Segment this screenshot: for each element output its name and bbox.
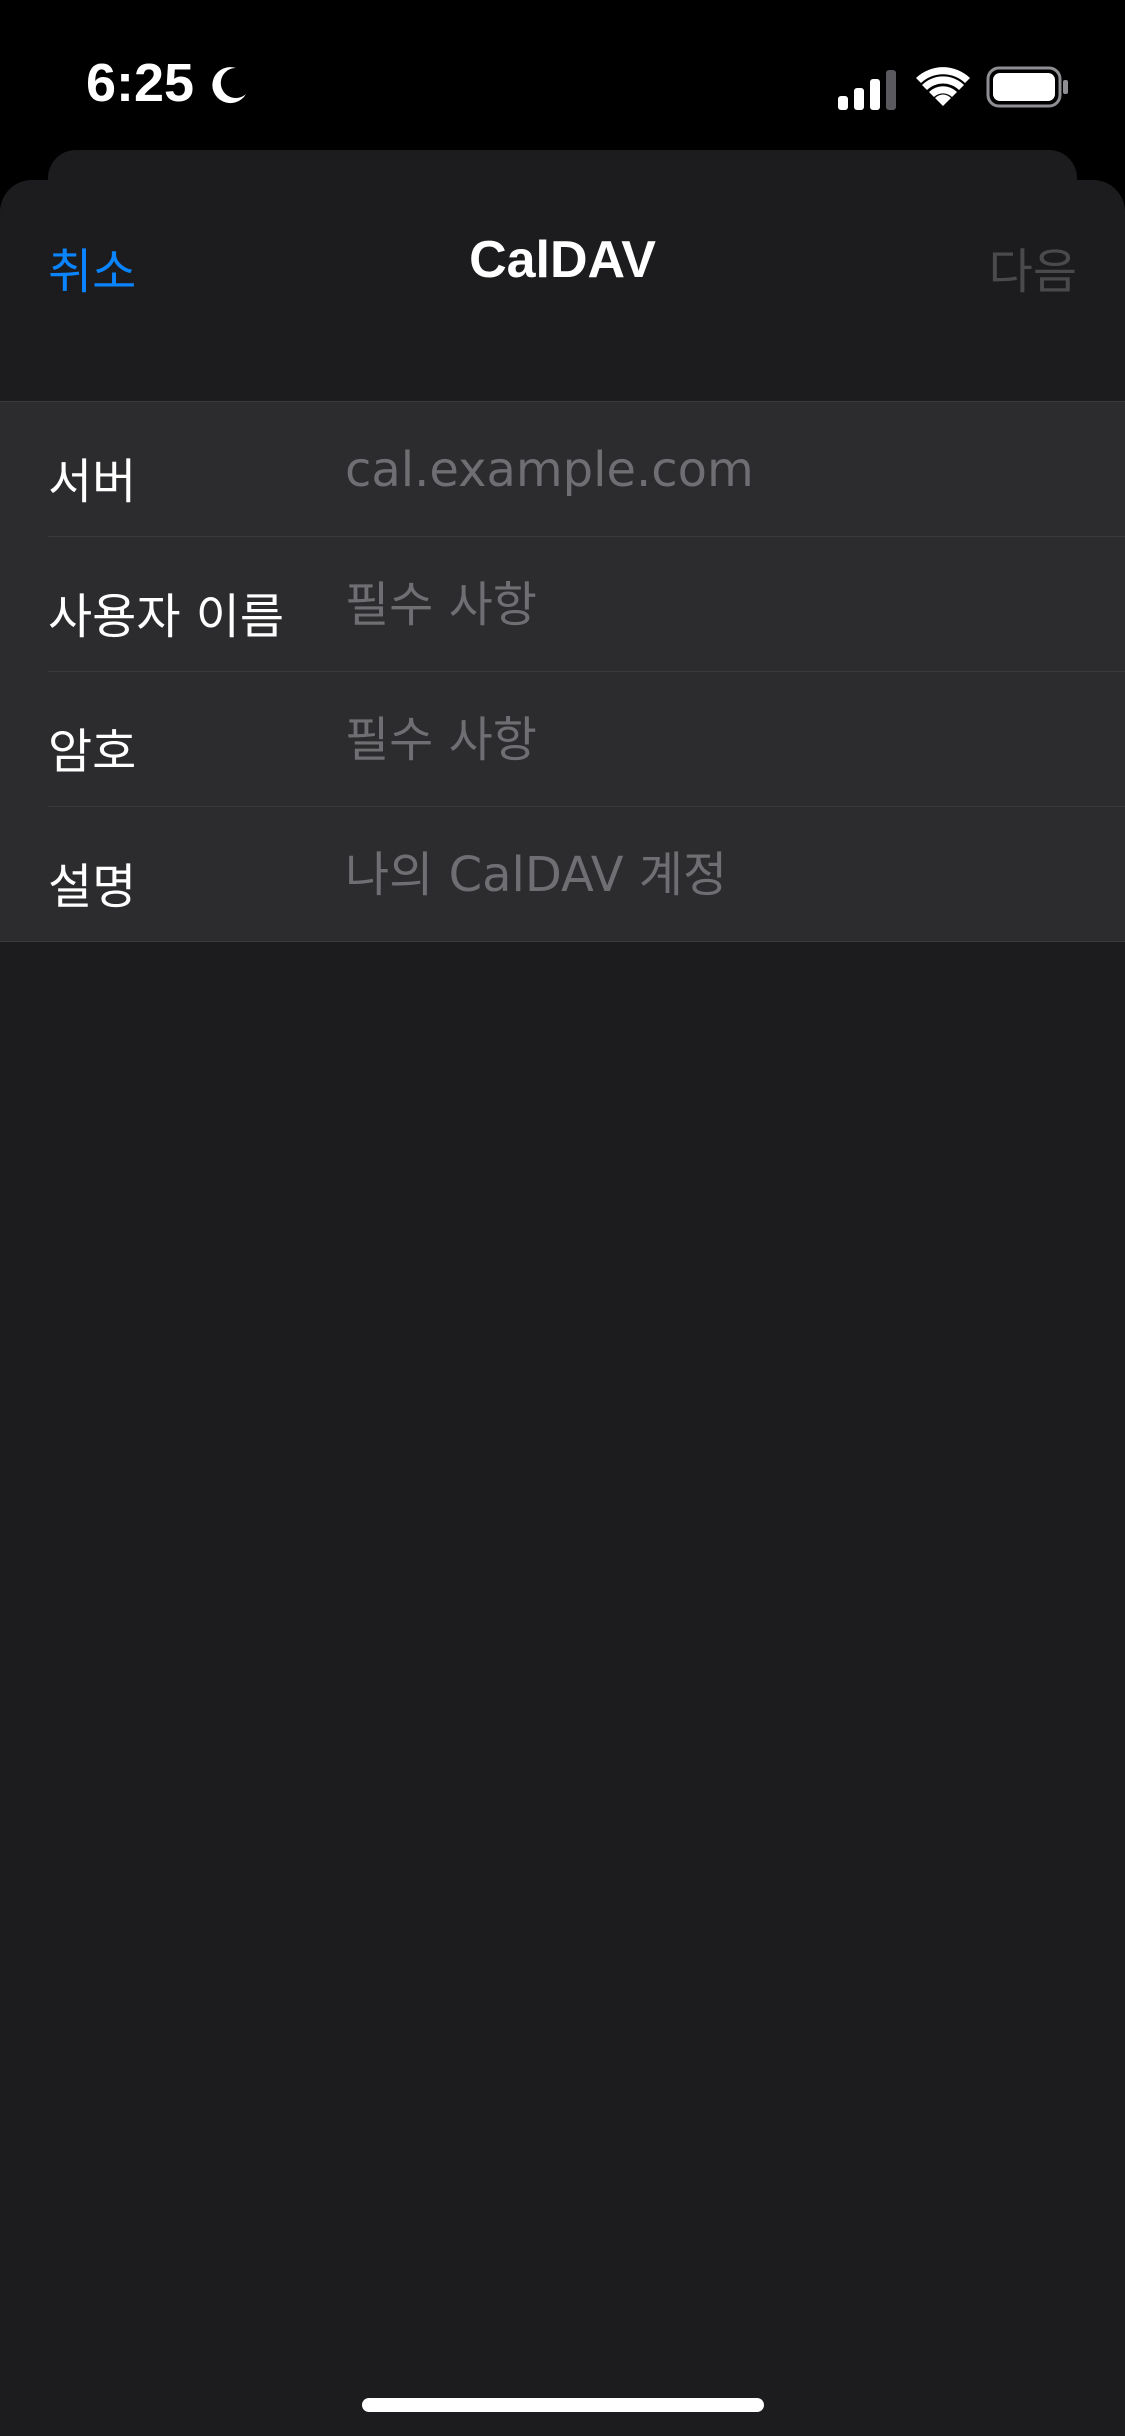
home-indicator[interactable]	[362, 2398, 764, 2412]
caldav-sheet: 취소 CalDAV 다음 서버 사용자 이름 암호 설명	[0, 180, 1125, 2436]
battery-icon	[986, 66, 1068, 108]
username-label: 사용자 이름	[48, 589, 285, 645]
screen: 6:25 취소 CalDAV 다음 서버 cal.example.com 사용자…	[0, 0, 1125, 2436]
status-bar: 6:25	[0, 0, 1125, 150]
form-row-username: 사용자 이름	[48, 537, 1125, 672]
server-label: 서버	[48, 454, 137, 510]
password-input[interactable]	[345, 700, 1105, 780]
cellular-signal-icon	[838, 70, 896, 110]
form-row-description: 설명	[48, 807, 1125, 941]
server-input[interactable]	[345, 430, 1105, 510]
form-row-password: 암호	[48, 672, 1125, 807]
username-input[interactable]	[345, 565, 1105, 645]
status-time: 6:25	[86, 53, 195, 113]
account-form: 서버 사용자 이름 암호 설명	[0, 401, 1125, 942]
navigation-bar: 취소 CalDAV 다음	[0, 180, 1125, 310]
form-row-server: 서버	[48, 402, 1125, 537]
description-input[interactable]	[345, 835, 1105, 915]
page-title: CalDAV	[469, 231, 656, 289]
description-label: 설명	[48, 859, 137, 915]
moon-icon	[212, 67, 246, 104]
password-label: 암호	[48, 724, 137, 780]
wifi-icon	[916, 67, 970, 106]
next-button[interactable]: 다음	[989, 232, 1077, 302]
